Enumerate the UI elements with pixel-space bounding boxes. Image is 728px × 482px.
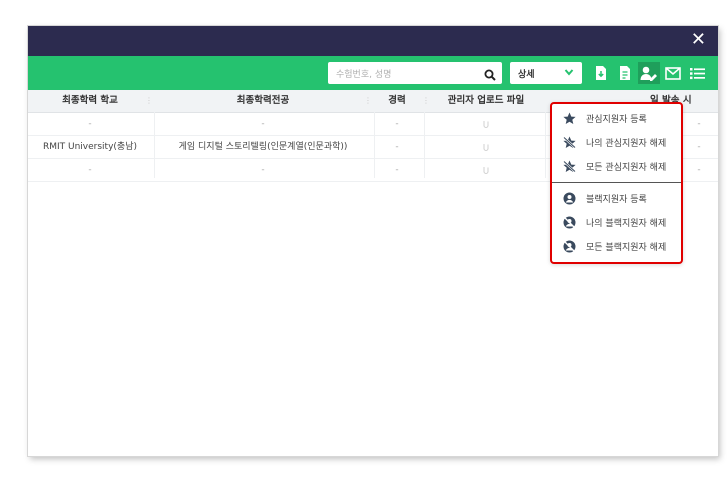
- user-circle-icon: [552, 192, 580, 205]
- star-off-icon: [552, 160, 580, 173]
- user-block-icon: [552, 240, 580, 253]
- menu-divider: [552, 182, 681, 183]
- menu-item-label: 관심지원자 등록: [586, 114, 647, 125]
- download-icon[interactable]: [590, 62, 612, 84]
- cell-send-date: -: [697, 119, 701, 129]
- star-icon: [552, 112, 580, 125]
- cell-major: -: [261, 119, 265, 129]
- user-settings-icon[interactable]: [638, 62, 660, 84]
- cell-school: -: [88, 119, 92, 129]
- chevron-down-icon: [564, 67, 574, 80]
- menu-item-remove-my-interest[interactable]: 나의 관심지원자 해제: [552, 130, 681, 154]
- close-button[interactable]: ✕: [691, 29, 706, 51]
- column-header-major[interactable]: 최종학력전공: [154, 90, 372, 112]
- menu-item-label: 나의 관심지원자 해제: [586, 138, 667, 149]
- menu-item-add-blacklist[interactable]: 블랙지원자 등록: [552, 186, 681, 210]
- cell-major: -: [261, 165, 265, 175]
- detail-select[interactable]: 상세: [510, 62, 582, 84]
- menu-item-add-interest[interactable]: 관심지원자 등록: [552, 106, 681, 130]
- menu-item-label: 나의 블랙지원자 해제: [586, 218, 667, 229]
- cell-career: -: [395, 142, 399, 152]
- title-bar: ✕: [28, 26, 718, 56]
- cell-school: RMIT University(충남): [42, 142, 137, 152]
- upload-file-icon[interactable]: [426, 136, 546, 158]
- menu-item-remove-all-interest[interactable]: 모든 관심지원자 해제: [552, 154, 681, 178]
- search-box[interactable]: [328, 62, 502, 86]
- mail-icon[interactable]: [662, 62, 684, 84]
- menu-item-label: 모든 블랙지원자 해제: [586, 242, 667, 253]
- menu-item-remove-my-blacklist[interactable]: 나의 블랙지원자 해제: [552, 210, 681, 234]
- user-block-icon: [552, 216, 580, 229]
- modal-window: ✕ 상세 최종학력 학교 ⋮: [28, 26, 718, 456]
- cell-career: -: [395, 165, 399, 175]
- cell-career: -: [395, 119, 399, 129]
- cell-send-date: -: [697, 142, 701, 152]
- document-icon[interactable]: [614, 62, 636, 84]
- applicant-action-menu: 관심지원자 등록 나의 관심지원자 해제 모든 관심지원자 해제 블랙지원자 등…: [550, 102, 683, 264]
- column-resize-handle[interactable]: ⋮: [145, 96, 153, 106]
- cell-school: -: [88, 165, 92, 175]
- upload-file-icon[interactable]: [426, 159, 546, 181]
- menu-item-remove-all-blacklist[interactable]: 모든 블랙지원자 해제: [552, 234, 681, 258]
- search-input[interactable]: [328, 64, 476, 86]
- column-resize-handle[interactable]: ⋮: [364, 96, 372, 106]
- toolbar: 상세: [28, 56, 718, 90]
- menu-item-label: 모든 관심지원자 해제: [586, 162, 667, 173]
- column-header-school[interactable]: 최종학력 학교: [38, 90, 142, 112]
- star-off-icon: [552, 136, 580, 149]
- search-icon[interactable]: [484, 66, 496, 85]
- detail-select-label: 상세: [518, 70, 535, 80]
- cell-major: 게임 디지털 스토리텔링(인문계열(인문과학)): [178, 142, 348, 152]
- column-header-admin-file[interactable]: 관리자 업로드 파일: [426, 90, 546, 112]
- upload-file-icon[interactable]: [426, 113, 546, 135]
- column-header-career[interactable]: 경력: [374, 90, 420, 112]
- menu-item-label: 블랙지원자 등록: [586, 194, 647, 205]
- column-resize-handle[interactable]: ⋮: [422, 96, 430, 106]
- list-icon[interactable]: [686, 62, 708, 84]
- cell-send-date: -: [697, 165, 701, 175]
